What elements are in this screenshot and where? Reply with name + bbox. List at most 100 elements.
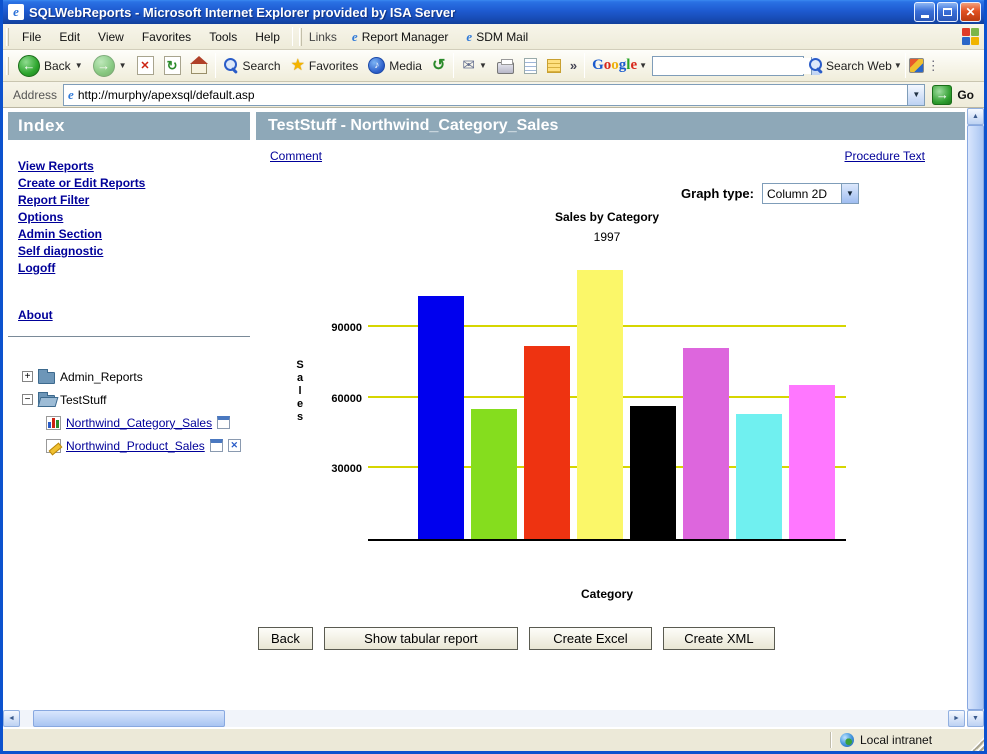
google-search-input[interactable] bbox=[653, 57, 812, 74]
search-button[interactable]: Search bbox=[219, 52, 286, 80]
menu-file[interactable]: File bbox=[13, 30, 50, 44]
link-report-manager[interactable]: e Report Manager bbox=[343, 29, 458, 45]
discuss-button[interactable] bbox=[542, 52, 566, 80]
tree-node-label[interactable]: Admin_Reports bbox=[60, 370, 143, 384]
search-web-button[interactable]: Search Web bbox=[826, 59, 892, 73]
close-button[interactable]: ✕ bbox=[960, 2, 981, 22]
show-tabular-report-button[interactable]: Show tabular report bbox=[323, 627, 518, 650]
graph-type-select[interactable]: Column 2D ▼ bbox=[762, 183, 859, 204]
edit-button[interactable] bbox=[519, 52, 542, 80]
google-search-box[interactable]: ▼ bbox=[652, 55, 820, 76]
links-grip[interactable] bbox=[298, 27, 302, 46]
google-dropdown-icon[interactable]: ▼ bbox=[639, 61, 647, 70]
sidebar-link-options[interactable]: Options bbox=[18, 209, 250, 226]
media-button[interactable]: ♪ Media bbox=[363, 52, 427, 80]
comment-link[interactable]: Comment bbox=[270, 149, 322, 163]
toolbar-overflow-chevron[interactable]: » bbox=[566, 58, 581, 73]
page-content: Index View Reports Create or Edit Report… bbox=[3, 108, 984, 727]
bar bbox=[630, 405, 676, 539]
horizontal-scrollbar-thumb[interactable] bbox=[33, 710, 225, 727]
sidebar-link-admin-section[interactable]: Admin Section bbox=[18, 226, 250, 243]
tree-node-admin-reports[interactable]: + Admin_Reports bbox=[22, 365, 250, 388]
report-link-northwind-product-sales[interactable]: Northwind_Product_Sales bbox=[66, 439, 205, 453]
star-icon: ★ bbox=[290, 56, 305, 74]
resize-grip[interactable] bbox=[969, 736, 984, 751]
back-report-button[interactable]: Back bbox=[258, 627, 313, 650]
bar bbox=[577, 270, 623, 539]
ie-icon: e bbox=[466, 28, 473, 44]
sidebar-link-view-reports[interactable]: View Reports bbox=[18, 158, 250, 175]
address-input[interactable]: e http://murphy/apexsql/default.asp ▼ bbox=[63, 83, 926, 106]
menu-view[interactable]: View bbox=[89, 30, 133, 44]
procedure-text-link[interactable]: Procedure Text bbox=[845, 149, 926, 163]
vertical-scrollbar-thumb[interactable] bbox=[967, 125, 984, 710]
refresh-button[interactable]: ↻ bbox=[159, 52, 186, 80]
toolbar-options-grip[interactable]: ⋮ bbox=[924, 58, 943, 74]
report-link-northwind-category-sales[interactable]: Northwind_Category_Sales bbox=[66, 416, 212, 430]
collapse-icon[interactable]: − bbox=[22, 394, 33, 405]
print-button[interactable] bbox=[492, 52, 519, 80]
google-logo[interactable]: Google bbox=[592, 57, 637, 74]
scroll-left-button[interactable]: ◄ bbox=[3, 710, 20, 727]
bar bbox=[736, 414, 782, 539]
create-excel-button[interactable]: Create Excel bbox=[528, 627, 652, 650]
bar bbox=[524, 345, 570, 539]
expand-icon[interactable]: + bbox=[22, 371, 33, 382]
address-dropdown-icon[interactable]: ▼ bbox=[907, 84, 925, 105]
home-button[interactable] bbox=[186, 52, 212, 80]
security-zone-label: Local intranet bbox=[860, 732, 933, 747]
sidebar-link-create-or-edit-reports[interactable]: Create or Edit Reports bbox=[18, 175, 250, 192]
menu-tools[interactable]: Tools bbox=[200, 30, 246, 44]
link-sdm-mail[interactable]: e SDM Mail bbox=[457, 29, 537, 45]
mail-button[interactable]: ✉ ▼ bbox=[457, 52, 492, 80]
menu-bar: File Edit View Favorites Tools Help Link… bbox=[3, 24, 984, 50]
window-title: SQLWebReports - Microsoft Internet Explo… bbox=[29, 4, 456, 20]
scroll-down-button[interactable]: ▼ bbox=[967, 710, 984, 727]
comment-icon[interactable] bbox=[209, 439, 223, 452]
comment-icon[interactable] bbox=[217, 416, 231, 429]
forward-button[interactable]: → ▼ bbox=[88, 52, 132, 80]
restore-button[interactable] bbox=[937, 2, 958, 22]
menu-favorites[interactable]: Favorites bbox=[133, 30, 200, 44]
mail-icon: ✉ bbox=[462, 57, 475, 74]
menu-help[interactable]: Help bbox=[246, 30, 289, 44]
vertical-scrollbar[interactable]: ▲ ▼ bbox=[967, 108, 984, 727]
scroll-right-button[interactable]: ► bbox=[948, 710, 965, 727]
sidebar-link-about[interactable]: About bbox=[18, 307, 250, 324]
toolbar-grip[interactable] bbox=[6, 56, 9, 75]
address-bar: Address e http://murphy/apexsql/default.… bbox=[3, 82, 984, 108]
tree-node-label[interactable]: TestStuff bbox=[60, 393, 106, 407]
address-url: http://murphy/apexsql/default.asp bbox=[77, 87, 255, 102]
horizontal-scrollbar[interactable]: ◄ ► bbox=[3, 710, 965, 727]
back-icon: ← bbox=[18, 54, 40, 77]
chart: Sales by Category 1997 Sales 30000 60000 9… bbox=[296, 210, 846, 601]
separator bbox=[584, 53, 586, 78]
link-label: Report Manager bbox=[361, 29, 449, 44]
tree-item-northwind-category-sales[interactable]: Northwind_Category_Sales bbox=[22, 411, 250, 434]
sidebar-link-self-diagnostic[interactable]: Self diagnostic bbox=[18, 243, 250, 260]
back-dropdown-icon[interactable]: ▼ bbox=[75, 61, 83, 70]
main-panel: TestStuff - Northwind_Category_Sales Com… bbox=[256, 112, 965, 650]
favorites-button[interactable]: ★ Favorites bbox=[286, 52, 364, 80]
back-button[interactable]: ← Back ▼ bbox=[13, 52, 88, 80]
sidebar-link-logoff[interactable]: Logoff bbox=[18, 260, 250, 277]
forward-dropdown-icon[interactable]: ▼ bbox=[119, 61, 127, 70]
scroll-up-button[interactable]: ▲ bbox=[967, 108, 984, 125]
mail-dropdown-icon[interactable]: ▼ bbox=[479, 61, 487, 70]
google-toolbar-extra-icon[interactable] bbox=[908, 58, 924, 73]
go-button[interactable]: → Go bbox=[932, 84, 974, 105]
chevron-down-icon[interactable]: ▼ bbox=[841, 184, 858, 203]
tree-node-teststuff[interactable]: − TestStuff bbox=[22, 388, 250, 411]
chart-ylabel: Sales bbox=[296, 358, 304, 423]
history-button[interactable]: ↺ bbox=[427, 52, 450, 80]
menu-edit[interactable]: Edit bbox=[50, 30, 89, 44]
missing-image-icon[interactable]: ✕ bbox=[227, 439, 241, 452]
menubar-grip[interactable] bbox=[6, 27, 9, 46]
search-web-dropdown-icon[interactable]: ▼ bbox=[894, 61, 902, 70]
sidebar-link-report-filter[interactable]: Report Filter bbox=[18, 192, 250, 209]
search-web-icon bbox=[809, 58, 824, 73]
create-xml-button[interactable]: Create XML bbox=[662, 627, 775, 650]
minimize-button[interactable] bbox=[914, 2, 935, 22]
tree-item-northwind-product-sales[interactable]: Northwind_Product_Sales ✕ bbox=[22, 434, 250, 457]
stop-button[interactable]: ✕ bbox=[132, 52, 159, 80]
